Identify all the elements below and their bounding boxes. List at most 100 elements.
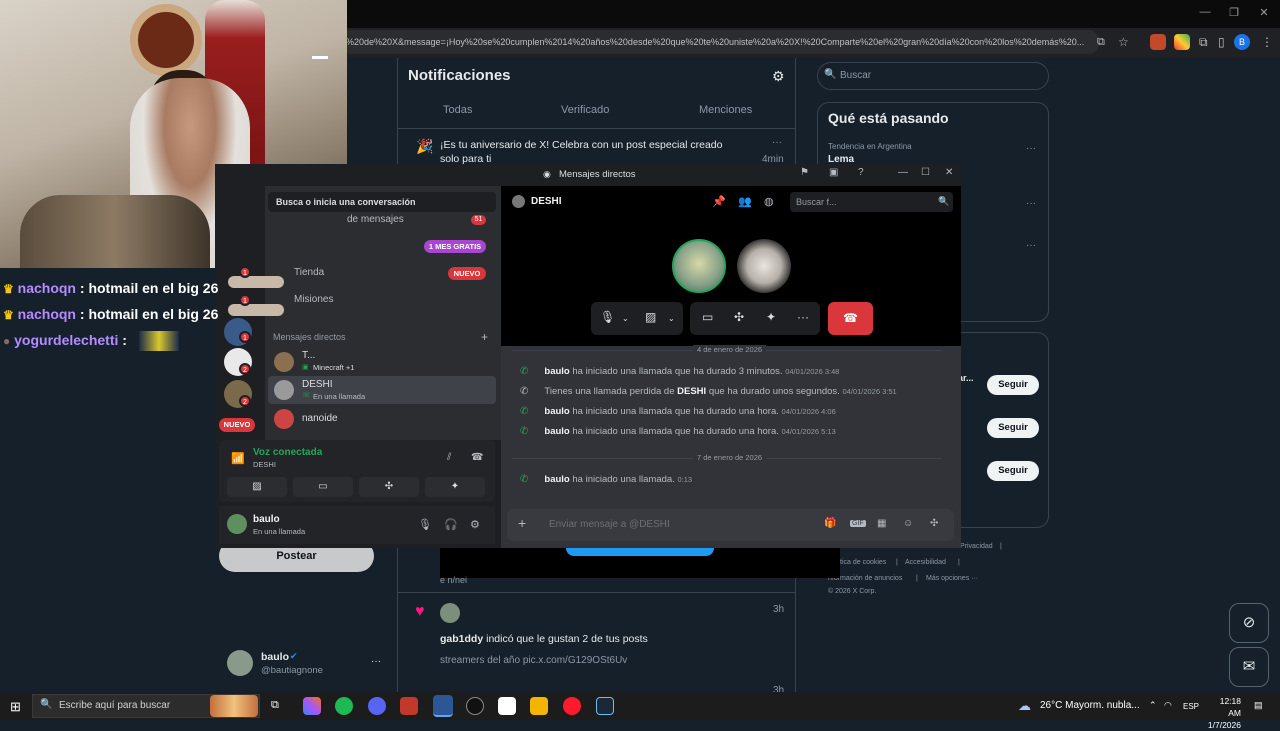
clock[interactable]: 12:18 AM 1/7/2026 — [1207, 695, 1241, 731]
account-name[interactable]: baulo — [261, 651, 289, 663]
chevron-down-icon[interactable]: ⌄ — [668, 314, 675, 323]
gear-icon[interactable]: ⚙ — [772, 68, 785, 85]
tab-todas[interactable]: Todas — [443, 104, 472, 116]
add-dm-icon[interactable]: + — [481, 330, 488, 344]
chevron-down-icon[interactable]: ⌄ — [622, 314, 629, 323]
microphone-icon[interactable]: 🎙 — [418, 518, 432, 531]
sticker-icon[interactable]: ▦ — [877, 518, 886, 529]
extensions-icon[interactable]: ⧉ — [1199, 35, 1208, 50]
call-participant-avatar[interactable] — [672, 239, 726, 293]
tab-verificado[interactable]: Verificado — [561, 104, 609, 116]
minimize-icon[interactable]: — — [898, 167, 908, 178]
emoji-icon[interactable]: ☺ — [903, 518, 913, 529]
gear-icon[interactable]: ⚙ — [470, 518, 480, 531]
log-user[interactable]: baulo — [544, 426, 569, 437]
log-user[interactable]: baulo — [544, 366, 569, 377]
weather-widget[interactable]: 26°C Mayorm. nubla... — [1040, 700, 1140, 711]
chevron-up-icon[interactable]: ⌃ — [1149, 700, 1157, 711]
message-input[interactable]: Enviar mensaje a @DESHI — [507, 509, 954, 541]
gift-icon[interactable]: 🎁 — [824, 518, 836, 529]
screen-share-button[interactable]: ▭ — [293, 477, 353, 497]
anniversary-notification[interactable]: ¡Es tu aniversario de X! Celebra con un … — [440, 138, 740, 166]
app-icon[interactable] — [498, 697, 516, 715]
sidebar-icon[interactable]: ▯ — [1218, 35, 1225, 49]
chrome-icon[interactable] — [433, 695, 453, 717]
soundboard-button[interactable]: ✦ — [425, 477, 485, 497]
footer-link[interactable]: Privacidad — [960, 543, 993, 550]
steam-icon[interactable] — [596, 697, 614, 715]
follow-button[interactable]: Seguir — [987, 375, 1039, 395]
more-icon[interactable]: ··· — [1026, 240, 1036, 251]
twitter-search-input[interactable]: Buscar — [817, 62, 1049, 90]
more-icon[interactable]: ··· — [371, 656, 381, 667]
chat-search-input[interactable]: Buscar f... — [790, 192, 953, 212]
menu-icon[interactable]: ⋮ — [1261, 35, 1273, 49]
minimize-icon[interactable]: — — [1196, 6, 1214, 22]
camera-off-icon[interactable]: ▨ — [645, 310, 656, 324]
extension-icon[interactable] — [1150, 34, 1166, 50]
follow-button[interactable]: Seguir — [987, 418, 1039, 438]
more-icon[interactable]: ··· — [1026, 198, 1036, 209]
add-friend-icon[interactable]: 👥 — [738, 195, 752, 208]
file-explorer-icon[interactable] — [530, 697, 548, 715]
nitro-promo-badge[interactable]: 1 MES GRATIS — [424, 240, 486, 253]
opera-icon[interactable] — [563, 697, 581, 715]
noise-suppression-icon[interactable]: ⫽ — [447, 452, 451, 463]
screen-icon[interactable]: ▣ — [829, 167, 838, 178]
extension-icon[interactable] — [1174, 34, 1190, 50]
copilot-icon[interactable] — [303, 697, 321, 715]
maximize-icon[interactable]: ❐ — [1225, 6, 1243, 22]
address-bar[interactable]: %20de%20X&message=¡Hoy%20se%20cumplen%20… — [340, 30, 1100, 54]
pin-icon[interactable]: 📌 — [712, 195, 726, 208]
footer-link[interactable]: Accesibilidad — [905, 559, 946, 566]
close-icon[interactable]: ✕ — [945, 167, 953, 178]
profile-icon[interactable]: ◍ — [764, 195, 774, 208]
hang-up-button[interactable]: ☎ — [828, 302, 873, 335]
attach-icon[interactable]: + — [518, 515, 526, 531]
windows-start-icon[interactable]: ⊞ — [10, 699, 21, 715]
footer-link[interactable]: tica de cookies — [840, 559, 886, 566]
search-highlight-image[interactable] — [210, 695, 258, 717]
notifications-icon[interactable]: ▤ — [1254, 700, 1263, 711]
avatar[interactable] — [227, 514, 247, 534]
close-icon[interactable]: ✕ — [1255, 6, 1273, 22]
like-notification[interactable]: gab1ddy indicó que le gustan 2 de tus po… — [440, 633, 648, 645]
bookmark-icon[interactable]: ☆ — [1118, 35, 1129, 49]
app-icon[interactable] — [400, 697, 418, 715]
disconnect-icon[interactable]: ☎ — [471, 452, 483, 463]
more-icon[interactable]: ··· — [1026, 143, 1036, 154]
flag-icon[interactable]: ⚑ — [800, 167, 809, 178]
help-icon[interactable]: ? — [858, 167, 864, 178]
tab-menciones[interactable]: Menciones — [699, 104, 752, 116]
install-icon[interactable]: ⧉ — [1097, 36, 1105, 49]
microphone-icon[interactable]: 🎙 — [600, 310, 615, 324]
spotify-icon[interactable] — [335, 697, 353, 715]
soundboard-icon[interactable]: ✦ — [766, 310, 776, 324]
dm-search-button[interactable]: Busca o inicia una conversación — [268, 192, 496, 212]
apps-icon[interactable]: ✣ — [930, 518, 938, 529]
footer-link[interactable]: Más opciones ··· — [926, 575, 978, 582]
messages-icon[interactable]: ✉ — [1229, 647, 1269, 687]
avatar[interactable] — [440, 603, 460, 623]
camera-off-button[interactable]: ▨ — [227, 477, 287, 497]
activities-icon[interactable]: ✣ — [734, 310, 744, 324]
sidebar-item-store[interactable]: Tienda — [294, 267, 324, 278]
voice-channel[interactable]: DESHI — [253, 460, 276, 469]
sidebar-item-missions[interactable]: Misiones — [294, 294, 333, 305]
call-participant-avatar[interactable] — [737, 239, 791, 293]
profile-avatar[interactable]: B — [1234, 34, 1250, 50]
log-user[interactable]: DESHI — [677, 386, 706, 397]
activities-button[interactable]: ✣ — [359, 477, 419, 497]
log-user[interactable]: baulo — [544, 406, 569, 417]
dm-name[interactable]: nanoide — [302, 413, 338, 424]
gif-icon[interactable]: GIF — [850, 520, 866, 527]
app-icon[interactable] — [466, 697, 484, 715]
language-indicator[interactable]: ESP — [1183, 702, 1199, 711]
headphones-icon[interactable]: 🎧 — [444, 518, 458, 531]
screen-share-icon[interactable]: ▭ — [702, 310, 713, 324]
grok-icon[interactable]: ⊘ — [1229, 603, 1269, 643]
more-icon[interactable]: ··· — [797, 310, 809, 324]
sidebar-item-message-requests[interactable]: de mensajes — [347, 214, 404, 225]
log-user[interactable]: baulo — [544, 474, 569, 485]
avatar[interactable] — [227, 650, 253, 676]
